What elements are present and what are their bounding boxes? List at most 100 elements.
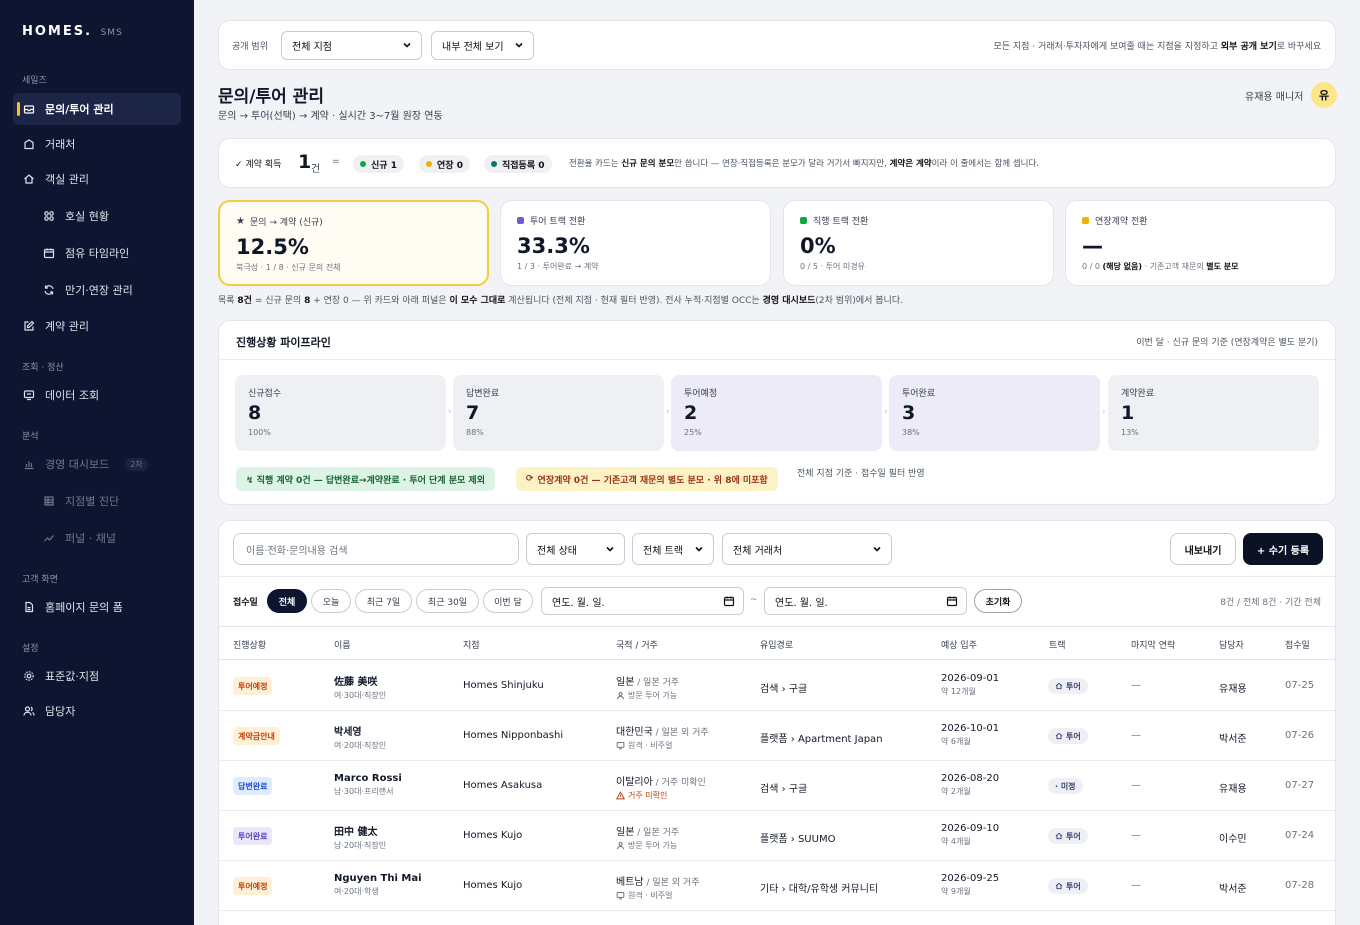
chip-this-month[interactable]: 이번 달 xyxy=(483,589,533,613)
sidebar-item-room-status[interactable]: 호실 현황 xyxy=(13,200,181,232)
view-mode-select[interactable]: 내부 전체 보기 xyxy=(431,31,534,60)
chip-today[interactable]: 오늘 xyxy=(311,589,351,613)
sidebar-item-label: 표준값·지점 xyxy=(45,670,100,683)
date-from-input[interactable]: 연도. 월. 일. xyxy=(541,587,744,615)
summary-note-text: 전환율 카드는 xyxy=(569,159,622,169)
metric-title: 투어 트랙 전환 xyxy=(517,214,585,227)
sidebar-item-label: 거래처 xyxy=(45,138,76,151)
column-header-track[interactable]: 트랙 xyxy=(1049,638,1066,651)
metric-value: — xyxy=(1082,234,1103,258)
sidebar-item-staff[interactable]: 담당자 xyxy=(13,695,181,727)
metric-card-direct-conversion[interactable]: 직행 트랙 전환 0% 0 / 5 · 투어 미경유 xyxy=(783,200,1054,286)
monitor-icon xyxy=(23,389,35,401)
pipeline-title: 진행상황 파이프라인 xyxy=(236,336,331,349)
phase-badge: 2차 xyxy=(125,457,148,471)
column-header-name[interactable]: 이름 xyxy=(334,638,351,651)
stage-tour-scheduled[interactable]: 투어예정 2 25% xyxy=(671,375,882,451)
table-header: 진행상황 이름 지점 국적 / 거주 유입경로 예상 입주 트랙 마지막 연락 … xyxy=(219,626,1335,660)
visit-mode-text: 원격 · 비주얼 xyxy=(628,741,673,750)
sidebar-item-branch-diagnosis[interactable]: 지점별 진단 xyxy=(13,485,181,517)
scope-hint-text: 모든 지점 · 거래처·투자자에게 보여줄 때는 지점을 지정하고 xyxy=(993,42,1221,52)
residence: / 일본 거주 xyxy=(634,678,680,688)
stage-new[interactable]: 신규접수 8 100% xyxy=(235,375,446,451)
metric-card-inquiry-conversion[interactable]: ★ 문의 → 계약 (신규) 12.5% 북극성 · 1 / 8 · 신규 문의 … xyxy=(218,200,489,286)
brand-logo[interactable]: HOMES. SMS xyxy=(22,24,123,39)
metric-sub: 0 / 0 (해당 없음) · 기존고객 재문의 별도 분모 xyxy=(1082,261,1239,272)
manager-name: 유재용 매니저 xyxy=(1245,92,1304,103)
column-header-source[interactable]: 유입경로 xyxy=(760,638,793,651)
branch-select[interactable]: 전체 지점 xyxy=(281,31,422,60)
pill-renewal: 연장 0 xyxy=(419,155,470,173)
column-header-received[interactable]: 접수일 xyxy=(1285,638,1310,651)
status-filter[interactable]: 전체 상태 xyxy=(526,533,625,565)
stage-value: 3 xyxy=(902,402,916,424)
date-filter-label: 접수일 xyxy=(233,598,258,608)
chip-all[interactable]: 전체 xyxy=(267,589,307,613)
metric-value: 33.3% xyxy=(517,234,590,258)
residence: / 일본 외 거주 xyxy=(652,728,709,738)
customer-profile: 남·30대·프리랜서 xyxy=(334,787,394,796)
date-to-input[interactable]: 연도. 월. 일. xyxy=(764,587,967,615)
customer-profile: 남·20대·직장인 xyxy=(334,841,387,850)
nationality: 대한민국 xyxy=(616,727,653,738)
metric-title-text: 투어 트랙 전환 xyxy=(530,217,586,227)
trend-icon xyxy=(43,532,55,544)
metric-title: ★ 문의 → 계약 (신규) xyxy=(236,215,323,228)
stage-tour-done[interactable]: 투어완료 3 38% xyxy=(889,375,1100,451)
pill-direct: 직접등록 0 xyxy=(484,155,552,173)
sidebar-item-data-lookup[interactable]: 데이터 조회 xyxy=(13,379,181,411)
reset-button[interactable]: 초기화 xyxy=(974,589,1022,613)
stage-contracted[interactable]: 계약완료 1 13% xyxy=(1108,375,1319,451)
metric-card-tour-conversion[interactable]: 투어 트랙 전환 33.3% 1 / 3 · 투어완료 → 계약 xyxy=(500,200,771,286)
table-row[interactable]: 투어예정 Nguyen Thi Mai 여·20대·학생 Homes Kujo 베트남 … xyxy=(219,861,1335,911)
chip-30days[interactable]: 최근 30일 xyxy=(416,589,479,613)
sidebar-item-occupancy-timeline[interactable]: 점유 타임라인 xyxy=(13,237,181,269)
track-filter[interactable]: 전체 트랙 xyxy=(632,533,714,565)
sidebar-item-contracts[interactable]: 계약 관리 xyxy=(13,310,181,342)
add-inquiry-button[interactable]: + 수기 등록 xyxy=(1243,533,1323,565)
summary-count: 1 xyxy=(298,151,312,173)
chip-7days[interactable]: 최근 7일 xyxy=(355,589,412,613)
avatar[interactable]: 유 xyxy=(1311,82,1337,108)
sidebar-item-partners[interactable]: 거래처 xyxy=(13,128,181,160)
export-button[interactable]: 내보내기 xyxy=(1170,533,1236,565)
pill-label: 연장 0 xyxy=(437,160,463,171)
table-row[interactable]: 계약금안내 박세영 여·20대·직장인 Homes Nipponbashi 대한민국 /… xyxy=(219,711,1335,761)
scope-label: 공개 범위 xyxy=(232,42,268,52)
pipeline-card: 진행상황 파이프라인 이번 달 · 신규 문의 기준 (연장계약은 별도 분기)… xyxy=(218,320,1336,505)
sidebar-item-standards[interactable]: 표준값·지점 xyxy=(13,660,181,692)
sidebar-item-inquiries[interactable]: 문의/투어 관리 xyxy=(13,93,181,125)
sidebar-item-rooms[interactable]: 객실 관리 xyxy=(13,163,181,195)
metric-title-text: 연장계약 전환 xyxy=(1095,217,1148,227)
sidebar-item-renewals[interactable]: 만기·연장 관리 xyxy=(13,274,181,306)
move-in-date: 2026-09-25 xyxy=(941,873,1000,884)
column-header-branch[interactable]: 지점 xyxy=(463,638,480,651)
sidebar-item-dashboard[interactable]: 경영 대시보드 2차 xyxy=(13,448,181,480)
source-cell: 기타 › 대학/유학생 커뮤니티 xyxy=(760,884,879,895)
table-row[interactable]: 투어완료 田中 健太 남·20대·직장인 Homes Kujo 일본 / 일본 거주 방문… xyxy=(219,811,1335,861)
search-input[interactable]: 이름·전화·문의내용 검색 xyxy=(233,533,519,565)
sidebar-item-label: 객실 관리 xyxy=(45,173,89,186)
stage-answered[interactable]: 답변완료 7 88% xyxy=(453,375,664,451)
received-cell: 07-28 xyxy=(1285,880,1315,891)
summary-note-text: 만 씁니다 — 연장·직접등록은 분모가 달라 거기서 빠지지만, xyxy=(674,159,890,169)
column-header-manager[interactable]: 담당자 xyxy=(1219,638,1244,651)
sidebar-item-label: 계약 관리 xyxy=(45,320,89,333)
partner-filter[interactable]: 전체 거래처 xyxy=(722,533,892,565)
stay-period: 약 6개월 xyxy=(941,737,971,746)
metric-card-renewal-conversion[interactable]: 연장계약 전환 — 0 / 0 (해당 없음) · 기존고객 재문의 별도 분모 xyxy=(1065,200,1336,286)
metric-value: 0% xyxy=(800,234,836,258)
sidebar-item-web-form[interactable]: 홈페이지 문의 폼 xyxy=(13,591,181,623)
table-row[interactable]: 답변완료 Marco Rossi 남·30대·프리랜서 Homes Asakusa 이탈… xyxy=(219,761,1335,811)
column-header-move-in[interactable]: 예상 입주 xyxy=(941,638,977,651)
column-header-last-contact[interactable]: 마지막 연락 xyxy=(1131,638,1175,651)
calendar-icon xyxy=(946,596,958,607)
table-row[interactable]: 투어예정 佐藤 美咲 여·30대·직장인 Homes Shinjuku 일본 / 일본 … xyxy=(219,661,1335,711)
column-header-status[interactable]: 진행상황 xyxy=(233,638,266,651)
column-header-nationality[interactable]: 국적 / 거주 xyxy=(616,638,658,651)
contract-summary: ✓ 계약 획득 1 건 = 신규 1 연장 0 직접등록 0 전환율 카드는 신… xyxy=(218,138,1336,188)
name-cell: Nguyen Thi Mai 여·20대·학생 xyxy=(334,873,422,897)
chevron-down-icon xyxy=(604,543,616,558)
sidebar-item-funnel-channel[interactable]: 퍼널 · 채널 xyxy=(13,522,181,554)
nationality-cell: 대한민국 / 일본 외 거주원격 · 비주얼 xyxy=(616,723,709,751)
